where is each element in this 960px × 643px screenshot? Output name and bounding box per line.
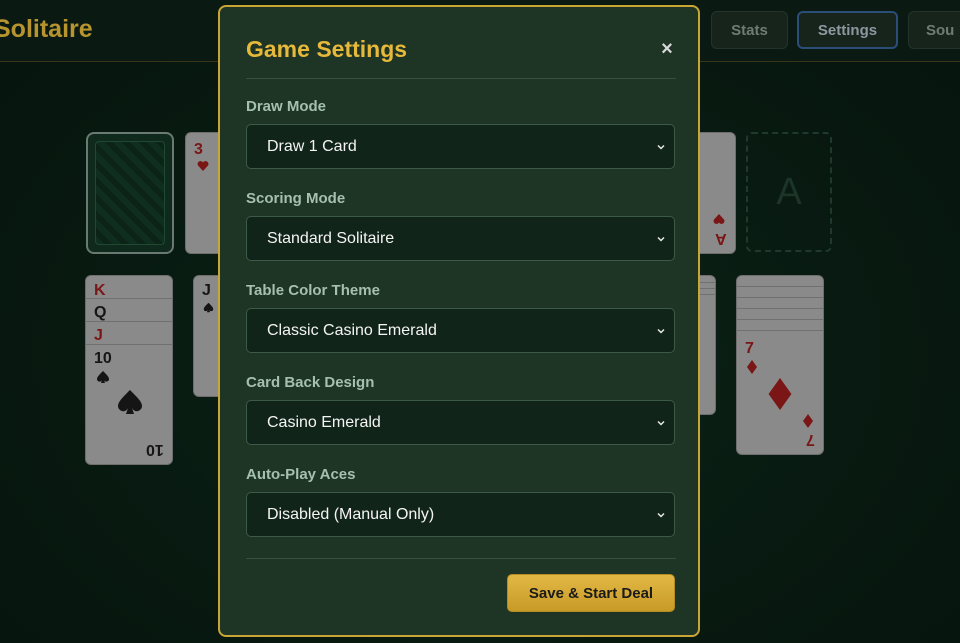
table-theme-label: Table Color Theme: [246, 282, 380, 299]
card-edge: [86, 321, 172, 322]
chevron-down-icon: [657, 328, 665, 334]
draw-mode-select[interactable]: Draw 1 Card: [246, 124, 675, 169]
settings-button[interactable]: Settings: [797, 11, 898, 49]
divider: [246, 558, 676, 559]
auto-play-value: Disabled (Manual Only): [267, 505, 435, 523]
heart-icon: [197, 161, 209, 171]
save-start-deal-button[interactable]: Save & Start Deal: [507, 574, 675, 612]
chevron-down-icon: [657, 420, 665, 426]
card-rank: J: [94, 327, 103, 344]
settings-modal: Game Settings × Draw Mode Draw 1 Card Sc…: [218, 5, 700, 637]
sound-button[interactable]: Sou: [908, 11, 960, 49]
card-rank: J: [202, 282, 211, 299]
close-icon: ×: [661, 37, 673, 60]
chevron-down-icon: [657, 236, 665, 242]
spade-icon: [118, 390, 142, 414]
card-back-value: Casino Emerald: [267, 413, 381, 431]
table-theme-value: Classic Casino Emerald: [267, 321, 437, 339]
draw-mode-value: Draw 1 Card: [267, 137, 357, 155]
chevron-down-icon: [657, 144, 665, 150]
card-rank: Q: [94, 304, 107, 321]
draw-mode-label: Draw Mode: [246, 98, 327, 115]
card-rank: 7: [745, 340, 754, 357]
card-edge: [737, 308, 823, 309]
auto-play-label: Auto-Play Aces: [246, 466, 356, 483]
diamond-icon: [768, 378, 792, 410]
auto-play-select[interactable]: Disabled (Manual Only): [246, 492, 675, 537]
card-rank: 3: [194, 141, 203, 158]
scoring-mode-select[interactable]: Standard Solitaire: [246, 216, 675, 261]
scoring-mode-value: Standard Solitaire: [267, 229, 395, 247]
card-edge: [737, 330, 823, 331]
spade-icon: [203, 302, 214, 313]
close-button[interactable]: ×: [656, 37, 678, 61]
card-edge: [737, 286, 823, 287]
card-rank: 10: [146, 441, 164, 458]
stats-button[interactable]: Stats: [711, 11, 788, 49]
diamond-icon: [747, 360, 757, 374]
card-back-select[interactable]: Casino Emerald: [246, 400, 675, 445]
card-edge: [737, 319, 823, 320]
divider: [246, 78, 676, 79]
spade-icon: [97, 371, 109, 383]
app-title: Solitaire: [0, 15, 93, 43]
empty-foundation-slot[interactable]: A: [746, 132, 832, 252]
card-edge: [737, 297, 823, 298]
diamond-icon: [803, 414, 813, 428]
card-rank: A: [715, 230, 727, 247]
chevron-down-icon: [657, 512, 665, 518]
tableau-column-7[interactable]: 7 7: [736, 275, 824, 455]
modal-title: Game Settings: [246, 36, 408, 62]
stock-pile[interactable]: [86, 132, 174, 254]
card-back-label: Card Back Design: [246, 374, 375, 391]
table-theme-select[interactable]: Classic Casino Emerald: [246, 308, 675, 353]
card-rank: 7: [806, 431, 815, 448]
heart-icon: [713, 214, 725, 224]
card-edge: [86, 344, 172, 345]
card-edge: [86, 298, 172, 299]
card-rank: 10: [94, 350, 112, 367]
tableau-column-1[interactable]: K Q J 10 10: [85, 275, 173, 465]
card-back-pattern: [95, 141, 165, 245]
scoring-mode-label: Scoring Mode: [246, 190, 346, 207]
